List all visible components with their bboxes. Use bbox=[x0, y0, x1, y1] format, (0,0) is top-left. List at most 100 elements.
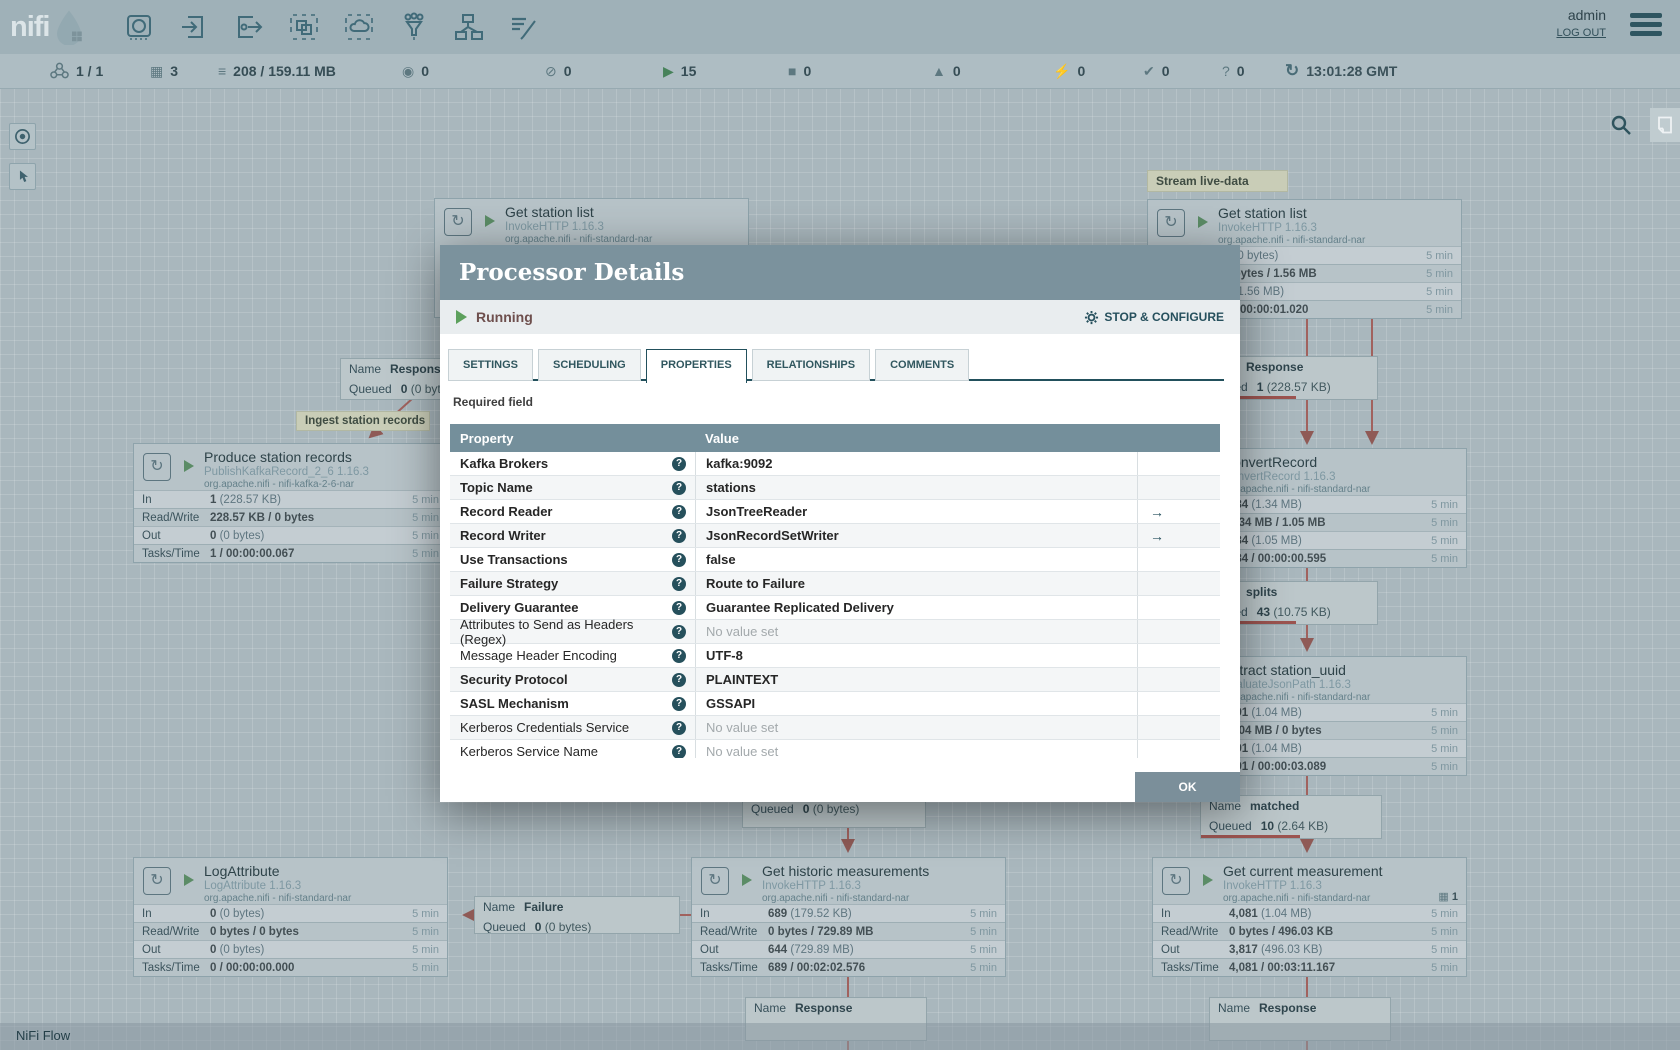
disabled-icon: ⚡ bbox=[1053, 62, 1071, 79]
queue-size-bar bbox=[1201, 835, 1300, 838]
active-threads: ▦ 3 bbox=[150, 62, 179, 80]
dialog-title: Processor Details bbox=[440, 245, 1240, 300]
property-row[interactable]: Record Writer ? JsonRecordSetWriter → bbox=[450, 524, 1220, 548]
connection-failure[interactable]: Name Failure Queued 0 (0 bytes) bbox=[474, 896, 680, 934]
processor-icon: ↻ bbox=[1157, 209, 1185, 237]
ok-button[interactable]: OK bbox=[1135, 772, 1240, 802]
refresh-icon[interactable]: ↻ bbox=[1285, 61, 1299, 81]
help-icon[interactable]: ? bbox=[672, 744, 686, 758]
status-count: ■ 0 bbox=[788, 63, 812, 79]
canvas-label-ingest-station-records[interactable]: Ingest station records bbox=[296, 411, 430, 431]
search-icon[interactable] bbox=[1610, 114, 1632, 139]
help-icon[interactable]: ? bbox=[672, 672, 686, 687]
help-icon[interactable]: ? bbox=[672, 552, 686, 567]
property-row[interactable]: Record Reader ? JsonTreeReader → bbox=[450, 500, 1220, 524]
dialog-tab[interactable]: PROPERTIES bbox=[645, 349, 747, 383]
dialog-tab[interactable]: RELATIONSHIPS bbox=[751, 349, 871, 381]
navigate-palette-button[interactable] bbox=[9, 123, 36, 150]
processor-icon: ↻ bbox=[444, 208, 472, 236]
new-processor-icon[interactable] bbox=[123, 10, 155, 44]
operate-palette-button[interactable] bbox=[9, 163, 36, 190]
invalid-icon: ▲ bbox=[932, 63, 946, 79]
total-queued: ≡ 208 / 159.11 MB bbox=[218, 63, 336, 79]
processor-icon: ↻ bbox=[701, 867, 729, 895]
processor-stat-row: Tasks/Time 0 / 00:00:00.000 5 min bbox=[134, 958, 447, 976]
last-refresh[interactable]: ↻ 13:01:28 GMT bbox=[1285, 54, 1397, 88]
processor-stat-row: Out 0 (0 bytes) 5 min bbox=[134, 940, 447, 958]
status-count: ? 0 bbox=[1222, 63, 1245, 79]
breadcrumb-bar: NiFi Flow bbox=[0, 1023, 1680, 1050]
running-icon bbox=[184, 460, 194, 472]
output-port-icon[interactable] bbox=[233, 10, 265, 44]
processor-stat-row: Out 0 (0 bytes) 5 min bbox=[134, 526, 447, 544]
transmitting-icon: ◉ bbox=[402, 62, 415, 79]
gear-icon bbox=[1085, 310, 1099, 324]
processor-stat-row: In 1 (228.57 KB) 5 min bbox=[134, 490, 447, 508]
status-count: ⊘ 0 bbox=[545, 62, 572, 80]
processor-stat-row: Read/Write 0 bytes / 496.03 KB 5 min bbox=[1153, 922, 1466, 940]
template-icon[interactable] bbox=[453, 10, 485, 44]
help-icon[interactable]: ? bbox=[672, 600, 686, 615]
processor-log-attribute[interactable]: ↻ LogAttribute LogAttribute 1.16.3 org.a… bbox=[133, 857, 448, 977]
processor-stat-row: In 4,081 (1.04 MB) 5 min bbox=[1153, 904, 1466, 922]
help-icon[interactable]: ? bbox=[672, 720, 686, 735]
help-icon[interactable]: ? bbox=[672, 696, 686, 711]
breadcrumb[interactable]: NiFi Flow bbox=[16, 1028, 70, 1043]
run-status-label: Running bbox=[476, 309, 533, 325]
property-row[interactable]: SASL Mechanism ? GSSAPI → bbox=[450, 692, 1220, 716]
go-to-service-icon[interactable]: → bbox=[1150, 528, 1164, 544]
property-row[interactable]: Topic Name ? stations → bbox=[450, 476, 1220, 500]
property-row[interactable]: Security Protocol ? PLAINTEXT → bbox=[450, 668, 1220, 692]
help-icon[interactable]: ? bbox=[672, 504, 686, 519]
stop-and-configure-button[interactable]: STOP & CONFIGURE bbox=[1084, 310, 1224, 325]
go-to-service-icon[interactable]: → bbox=[1150, 504, 1164, 520]
running-icon bbox=[485, 215, 495, 227]
property-row[interactable]: Use Transactions ? false → bbox=[450, 548, 1220, 572]
property-row[interactable]: Attributes to Send as Headers (Regex) ? … bbox=[450, 617, 1220, 647]
processor-stat-row: Read/Write 228.57 KB / 0 bytes 5 min bbox=[134, 508, 447, 526]
help-icon[interactable]: ? bbox=[672, 576, 686, 591]
not-transmitting-icon: ⊘ bbox=[545, 62, 557, 79]
nifi-logo-text: nifi bbox=[10, 11, 50, 43]
dialog-tab[interactable]: COMMENTS bbox=[875, 349, 970, 381]
property-row[interactable]: Kerberos Credentials Service ? No value … bbox=[450, 716, 1220, 740]
help-icon[interactable]: ? bbox=[672, 648, 686, 663]
processor-stat-row: Out 644 (729.89 MB) 5 min bbox=[692, 940, 1005, 958]
funnel-icon[interactable] bbox=[398, 10, 430, 44]
property-row[interactable]: Kerberos Service Name ? No value set → bbox=[450, 740, 1220, 758]
dialog-tab[interactable]: SETTINGS bbox=[448, 349, 534, 381]
bulletin-panel-icon[interactable] bbox=[1650, 108, 1680, 142]
help-icon[interactable]: ? bbox=[672, 624, 686, 639]
properties-table-header: Property Value bbox=[450, 424, 1220, 452]
canvas-label-stream-live-data[interactable]: Stream live-data bbox=[1147, 170, 1288, 192]
running-icon bbox=[1198, 216, 1208, 228]
processor-produce-station-records[interactable]: ↻ Produce station records PublishKafkaRe… bbox=[133, 443, 448, 563]
processor-stat-row: Tasks/Time 689 / 00:02:02.576 5 min bbox=[692, 958, 1005, 976]
input-port-icon[interactable] bbox=[178, 10, 210, 44]
label-icon[interactable] bbox=[508, 10, 540, 44]
threads-icon: ▦ bbox=[1438, 891, 1449, 903]
processor-stat-row: Out 3,817 (496.03 KB) 5 min bbox=[1153, 940, 1466, 958]
thread-count-badge: ▦ 1 bbox=[1438, 891, 1458, 903]
process-group-icon[interactable] bbox=[288, 10, 320, 44]
play-icon bbox=[456, 310, 467, 324]
property-row[interactable]: Failure Strategy ? Route to Failure → bbox=[450, 572, 1220, 596]
status-count: ▲ 0 bbox=[932, 63, 961, 79]
help-icon[interactable]: ? bbox=[672, 456, 686, 471]
logout-link[interactable]: LOG OUT bbox=[1556, 27, 1606, 39]
property-row[interactable]: Message Header Encoding ? UTF-8 → bbox=[450, 644, 1220, 668]
global-menu-icon[interactable] bbox=[1630, 13, 1662, 40]
threads-icon: ▦ bbox=[150, 62, 164, 79]
property-row[interactable]: Kafka Brokers ? kafka:9092 → bbox=[450, 452, 1220, 476]
status-count: ▶ 15 bbox=[663, 62, 697, 80]
app-header: nifi admin LOG OUT bbox=[0, 0, 1680, 54]
help-icon[interactable]: ? bbox=[672, 528, 686, 543]
dialog-tab[interactable]: SCHEDULING bbox=[538, 349, 641, 381]
help-icon[interactable]: ? bbox=[672, 480, 686, 495]
remote-process-group-icon[interactable] bbox=[343, 10, 375, 44]
up-to-date-icon: ✔ bbox=[1143, 62, 1155, 79]
running-icon bbox=[184, 874, 194, 886]
compass-icon bbox=[15, 129, 30, 144]
processor-get-current-measurement[interactable]: ↻ Get current measurement InvokeHTTP 1.1… bbox=[1152, 857, 1467, 977]
processor-get-historic-measurements[interactable]: ↻ Get historic measurements InvokeHTTP 1… bbox=[691, 857, 1006, 977]
